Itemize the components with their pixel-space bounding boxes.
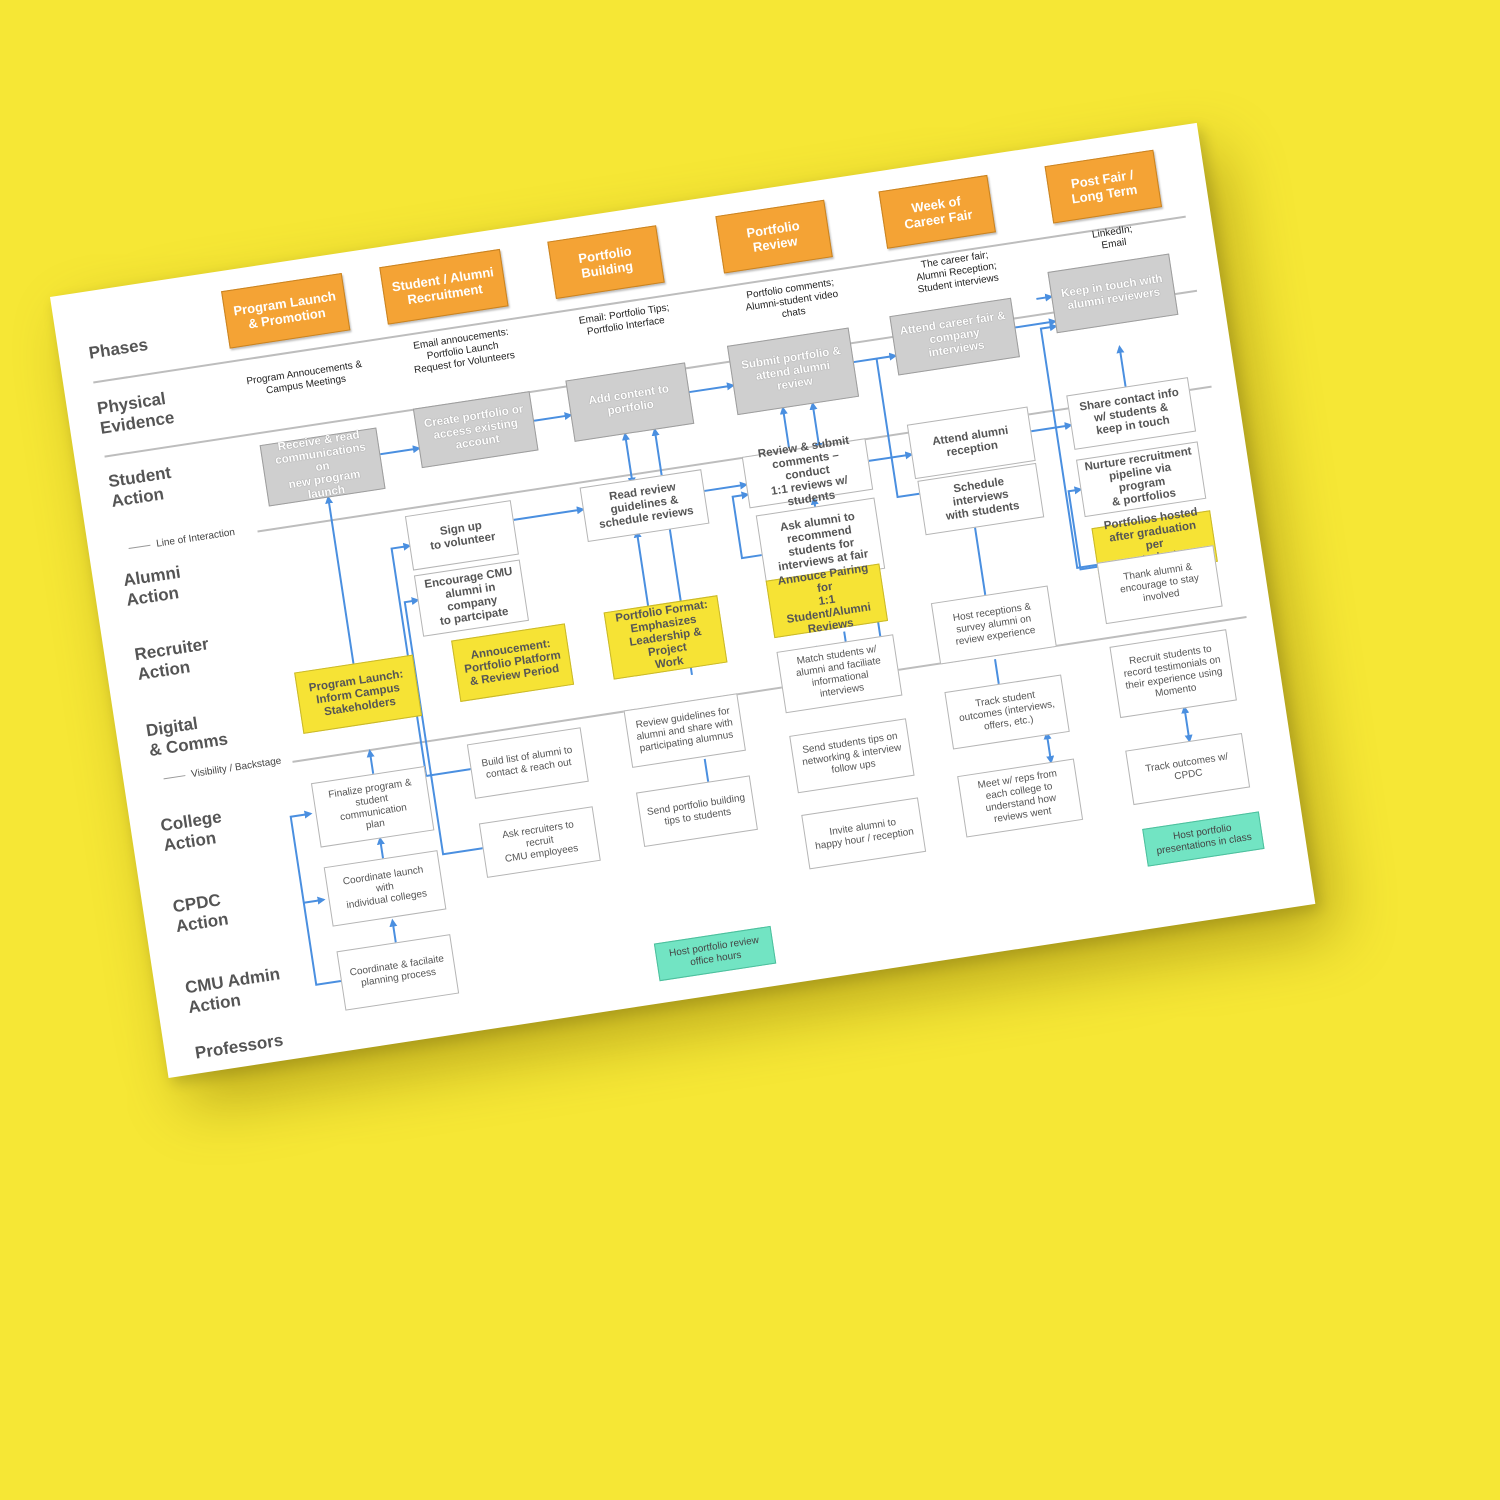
arrow-format-to-read	[633, 529, 650, 611]
arrow-facilitate-to-coord	[389, 918, 398, 943]
arrow-signup-to-read	[513, 506, 585, 521]
arrow-review-to-reception	[868, 451, 914, 462]
arrow-track-meet	[1043, 731, 1055, 764]
arrow-loop-to-coord	[303, 896, 326, 905]
arrow-coord-to-finalize	[376, 836, 385, 859]
arrow-review-submit	[779, 406, 790, 448]
arrow-receive-to-create	[380, 445, 421, 456]
arrow-keep-entry	[1036, 293, 1054, 302]
arrow-create-to-add	[533, 412, 573, 422]
arrow-submit-to-fair	[853, 352, 898, 364]
arrow-add-to-submit	[689, 382, 735, 394]
service-blueprint-sheet: Phases Physical Evidence Student Action …	[50, 122, 1316, 1078]
digital-annouce-pairing: Annouce Pairing for 1:1 Student/Alumni R…	[765, 562, 889, 639]
arrow-guidelines-up	[703, 758, 710, 784]
alumni-review-submit: Review & submit comments – conduct 1:1 r…	[741, 434, 874, 509]
arrow-schedule-to-track	[994, 659, 1000, 685]
arrow-reception-to-share	[1031, 422, 1073, 433]
arrow-read-to-review	[704, 481, 748, 492]
arrow-read-add-2	[651, 427, 663, 476]
arrow-launch-to-receive	[325, 495, 355, 664]
arrow-read-add	[622, 432, 636, 486]
arrow-finalize-to-launch	[366, 749, 375, 774]
arrow-recruit-track	[1181, 705, 1193, 743]
